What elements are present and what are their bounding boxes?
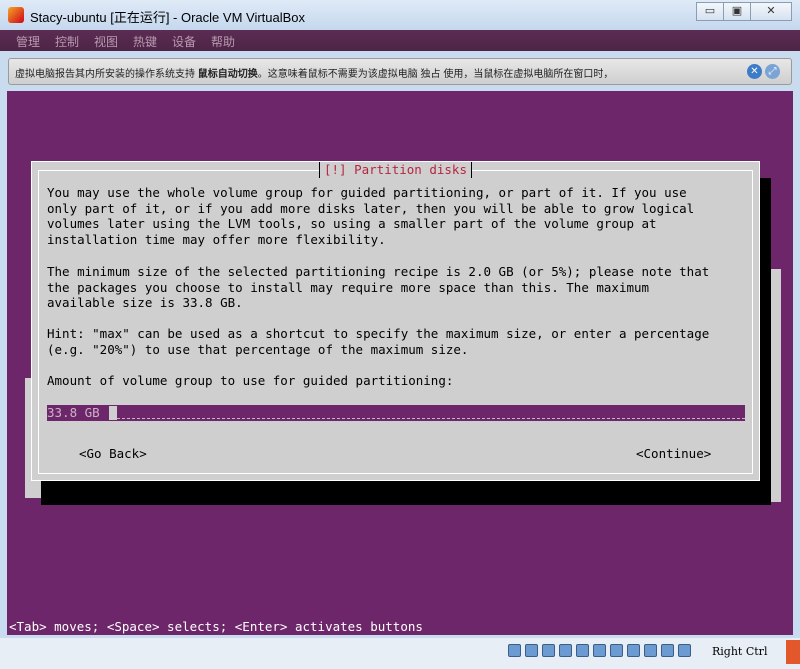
notification-text-start: 虚拟电脑报告其内所安装的操作系统支持 <box>15 69 198 80</box>
partition-disks-dialog: [!] Partition disks You may use the whol… <box>31 161 760 481</box>
notification-close-icon[interactable]: ✕ <box>747 64 762 79</box>
text-cursor <box>109 406 117 420</box>
video-capture-icon[interactable] <box>627 644 640 657</box>
menu-view[interactable]: 视图 <box>94 33 118 50</box>
window-titlebar: Stacy-ubuntu [正在运行] - Oracle VM VirtualB… <box>0 0 800 30</box>
virtualbox-app-icon <box>8 7 24 23</box>
optical-drive-icon[interactable] <box>525 644 538 657</box>
keyboard-capture-icon[interactable] <box>678 644 691 657</box>
minimize-button[interactable]: ▭ <box>696 2 724 21</box>
device-status-icons <box>508 644 695 657</box>
paragraph-hint: Hint: "max" can be used as a shortcut to… <box>47 326 710 357</box>
mouse-integration-status-icon[interactable] <box>661 644 674 657</box>
audio-icon[interactable] <box>542 644 555 657</box>
host-key-label: Right Ctrl <box>712 645 768 658</box>
mouse-integration-notification: 虚拟电脑报告其内所安装的操作系统支持 鼠标自动切换。这意味着鼠标不需要为该虚拟电… <box>8 58 792 85</box>
notification-text: 虚拟电脑报告其内所安装的操作系统支持 鼠标自动切换。这意味着鼠标不需要为该虚拟电… <box>15 65 613 80</box>
maximize-button[interactable]: ▣ <box>723 2 751 21</box>
notification-text-bold: 鼠标自动切换 <box>197 69 258 80</box>
display-icon[interactable] <box>610 644 623 657</box>
input-underline <box>117 418 745 419</box>
menu-bar: 管理 控制 视图 热键 设备 帮助 <box>0 30 800 51</box>
network-icon[interactable] <box>559 644 572 657</box>
menu-control[interactable]: 控制 <box>55 33 79 50</box>
vm-console-screen[interactable]: [!] Partition disks You may use the whol… <box>7 91 793 635</box>
tray-app-icon <box>786 640 800 664</box>
cpu-icon[interactable] <box>644 644 657 657</box>
menu-manage[interactable]: 管理 <box>16 33 40 50</box>
shared-folders-icon[interactable] <box>593 644 606 657</box>
paragraph-minimum-size: The minimum size of the selected partiti… <box>47 264 710 311</box>
mouse-integration-icon[interactable]: ⤢ <box>765 64 780 79</box>
volume-amount-input[interactable]: 33.8 GB <box>47 405 745 421</box>
go-back-button[interactable]: <Go Back> <box>79 446 147 462</box>
vm-status-bar: Right Ctrl <box>0 638 800 669</box>
window-title: Stacy-ubuntu [正在运行] - Oracle VM VirtualB… <box>30 10 306 25</box>
amount-prompt: Amount of volume group to use for guided… <box>47 373 454 388</box>
menu-hotkey[interactable]: 热键 <box>133 33 157 50</box>
keyboard-help-line: <Tab> moves; <Space> selects; <Enter> ac… <box>9 619 423 634</box>
notification-text-end: 。这意味着鼠标不需要为该虚拟电脑 独占 使用，当鼠标在虚拟电脑所在窗口时， <box>257 69 614 80</box>
paragraph-guided-partitioning: You may use the whole volume group for g… <box>47 185 695 247</box>
dialog-title: [!] Partition disks <box>319 162 472 178</box>
continue-button[interactable]: <Continue> <box>636 446 711 462</box>
hard-disk-icon[interactable] <box>508 644 521 657</box>
window-controls: ▭ ▣ ✕ <box>696 2 792 21</box>
close-button[interactable]: ✕ <box>750 2 792 21</box>
menu-help[interactable]: 帮助 <box>211 33 235 50</box>
menu-devices[interactable]: 设备 <box>172 33 196 50</box>
volume-amount-value: 33.8 GB <box>47 405 100 420</box>
usb-icon[interactable] <box>576 644 589 657</box>
